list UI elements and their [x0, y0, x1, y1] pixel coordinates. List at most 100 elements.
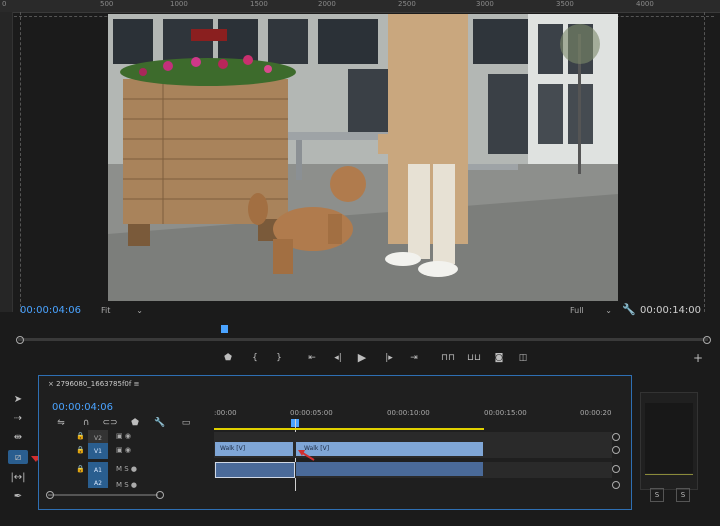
sequence-tab-label: 2796080_1663785f0f: [56, 380, 132, 388]
ripple-edit-icon: ⇹: [13, 431, 23, 443]
snap-button[interactable]: ∩: [80, 417, 92, 429]
extract-icon: ⊔⊔: [466, 353, 482, 363]
step-forward-icon: |▸: [385, 353, 393, 363]
ruler-mark: 4000: [636, 0, 654, 8]
track-output-toggle[interactable]: [612, 481, 620, 489]
wrench-icon[interactable]: 🔧: [622, 303, 636, 316]
ruler-mark: 0: [2, 0, 7, 8]
lock-icon[interactable]: 🔒: [76, 446, 85, 454]
mark-in-button[interactable]: {: [249, 352, 261, 364]
close-icon[interactable]: ×: [48, 380, 54, 388]
button-editor-button[interactable]: +: [692, 351, 704, 365]
scroll-handle-right[interactable]: [156, 491, 164, 499]
resolution-dropdown[interactable]: Full ⌄: [570, 306, 612, 315]
marker-icon: ⬟: [224, 353, 232, 363]
scrub-start-handle[interactable]: [16, 336, 24, 344]
track-output-toggle[interactable]: [612, 446, 620, 454]
time-tick: 00:00:20: [580, 409, 612, 417]
scrub-end-handle[interactable]: [703, 336, 711, 344]
track-output-toggle[interactable]: [612, 433, 620, 441]
duration-timecode: 00:00:14:00: [640, 305, 702, 316]
track-name-a1[interactable]: A1: [88, 462, 108, 478]
solo-button-right[interactable]: S: [676, 488, 690, 502]
export-frame-button[interactable]: ◙: [493, 352, 505, 364]
nest-toggle-button[interactable]: ⇋: [55, 417, 67, 429]
arrow-cursor-icon: ➤: [13, 393, 23, 405]
pen-tool[interactable]: ✒: [8, 489, 28, 503]
track-controls-v2[interactable]: ▣ ◉: [116, 432, 131, 440]
zoom-dropdown[interactable]: Fit ⌄: [101, 306, 143, 315]
linked-selection-button[interactable]: ⊂⊃: [102, 417, 117, 429]
resolution-value: Full: [570, 306, 584, 315]
slip-tool[interactable]: |↔|: [8, 470, 28, 484]
ruler-mark: 2000: [318, 0, 336, 8]
track-name-v1[interactable]: V1: [88, 443, 108, 459]
time-tick: 00:00:15:00: [484, 409, 527, 417]
video-clip[interactable]: Walk [V]: [215, 442, 293, 456]
razor-tool[interactable]: ⧄: [8, 450, 28, 464]
ripple-edit-tool[interactable]: ⇹: [8, 430, 28, 444]
step-back-button[interactable]: ◂|: [332, 352, 344, 364]
audio-clip[interactable]: [215, 462, 295, 478]
track-lane-v2[interactable]: [214, 432, 612, 442]
meter-bars: [645, 403, 693, 473]
zoom-value: Fit: [101, 306, 111, 315]
track-controls-a1[interactable]: M S ●: [116, 465, 137, 473]
audio-clip[interactable]: [296, 462, 483, 476]
chevron-down-icon: ⌄: [136, 306, 143, 315]
mark-out-button[interactable]: }: [273, 352, 285, 364]
track-controls-a2[interactable]: M S ●: [116, 481, 137, 489]
meter-level-line: [645, 474, 693, 475]
time-tick: 00:00:10:00: [387, 409, 430, 417]
compare-icon: ◫: [518, 353, 528, 363]
ruler-mark: 3000: [476, 0, 494, 8]
lock-icon[interactable]: 🔒: [76, 432, 85, 440]
ruler-mark: 1000: [170, 0, 188, 8]
nest-icon: ⇋: [57, 418, 65, 428]
monitor-scrub-bar[interactable]: [18, 338, 708, 341]
current-timecode[interactable]: 00:00:04:06: [20, 305, 81, 316]
clip-label: Walk [V]: [220, 445, 246, 452]
camera-icon: ◙: [494, 353, 504, 363]
wrench-icon: 🔧: [154, 418, 166, 428]
add-marker-button[interactable]: ⬟: [222, 352, 234, 364]
lock-icon[interactable]: 🔒: [76, 465, 85, 473]
playhead-marker[interactable]: [221, 325, 228, 333]
ruler-mark: 2500: [398, 0, 416, 8]
menu-icon[interactable]: ≡: [134, 380, 140, 388]
track-select-tool[interactable]: ⇢: [8, 411, 28, 425]
captions-button[interactable]: ▭: [180, 417, 192, 429]
audio-meter: [640, 392, 698, 490]
ruler-mark: 3500: [556, 0, 574, 8]
selection-tool[interactable]: ➤: [8, 392, 28, 406]
step-back-icon: ◂|: [334, 353, 342, 363]
timeline-scrollbar[interactable]: [48, 494, 158, 496]
comparison-view-button[interactable]: ◫: [517, 352, 529, 364]
sequence-tab[interactable]: × 2796080_1663785f0f ≡: [48, 380, 139, 388]
track-output-toggle[interactable]: [612, 465, 620, 473]
razor-icon: ⧄: [14, 451, 22, 463]
pen-icon: ✒: [13, 490, 23, 502]
go-to-out-button[interactable]: ⇥: [408, 352, 420, 364]
lift-button[interactable]: ⊓⊓: [440, 352, 456, 364]
step-forward-button[interactable]: |▸: [383, 352, 395, 364]
play-button[interactable]: ▶: [356, 351, 368, 364]
solo-button-left[interactable]: S: [650, 488, 664, 502]
track-controls-v1[interactable]: ▣ ◉: [116, 446, 131, 454]
ruler-mark: 1500: [250, 0, 268, 8]
time-tick: :00:00: [214, 409, 237, 417]
video-clip[interactable]: Walk [V]: [296, 442, 483, 456]
ruler-mark: 500: [100, 0, 114, 8]
work-area-bar[interactable]: [214, 428, 484, 430]
add-marker-timeline-button[interactable]: ⬟: [129, 417, 141, 429]
chevron-down-icon: ⌄: [605, 306, 612, 315]
extract-button[interactable]: ⊔⊔: [466, 352, 482, 364]
scroll-handle-left[interactable]: [46, 491, 54, 499]
timeline-timecode[interactable]: 00:00:04:06: [52, 402, 113, 413]
go-to-in-button[interactable]: ⇤: [306, 352, 318, 364]
annotation-arrow: [298, 450, 315, 461]
timeline-settings-button[interactable]: 🔧: [154, 417, 166, 429]
video-frame: [108, 14, 618, 301]
captions-icon: ▭: [181, 418, 191, 428]
track-name-a2[interactable]: A2: [88, 478, 108, 488]
